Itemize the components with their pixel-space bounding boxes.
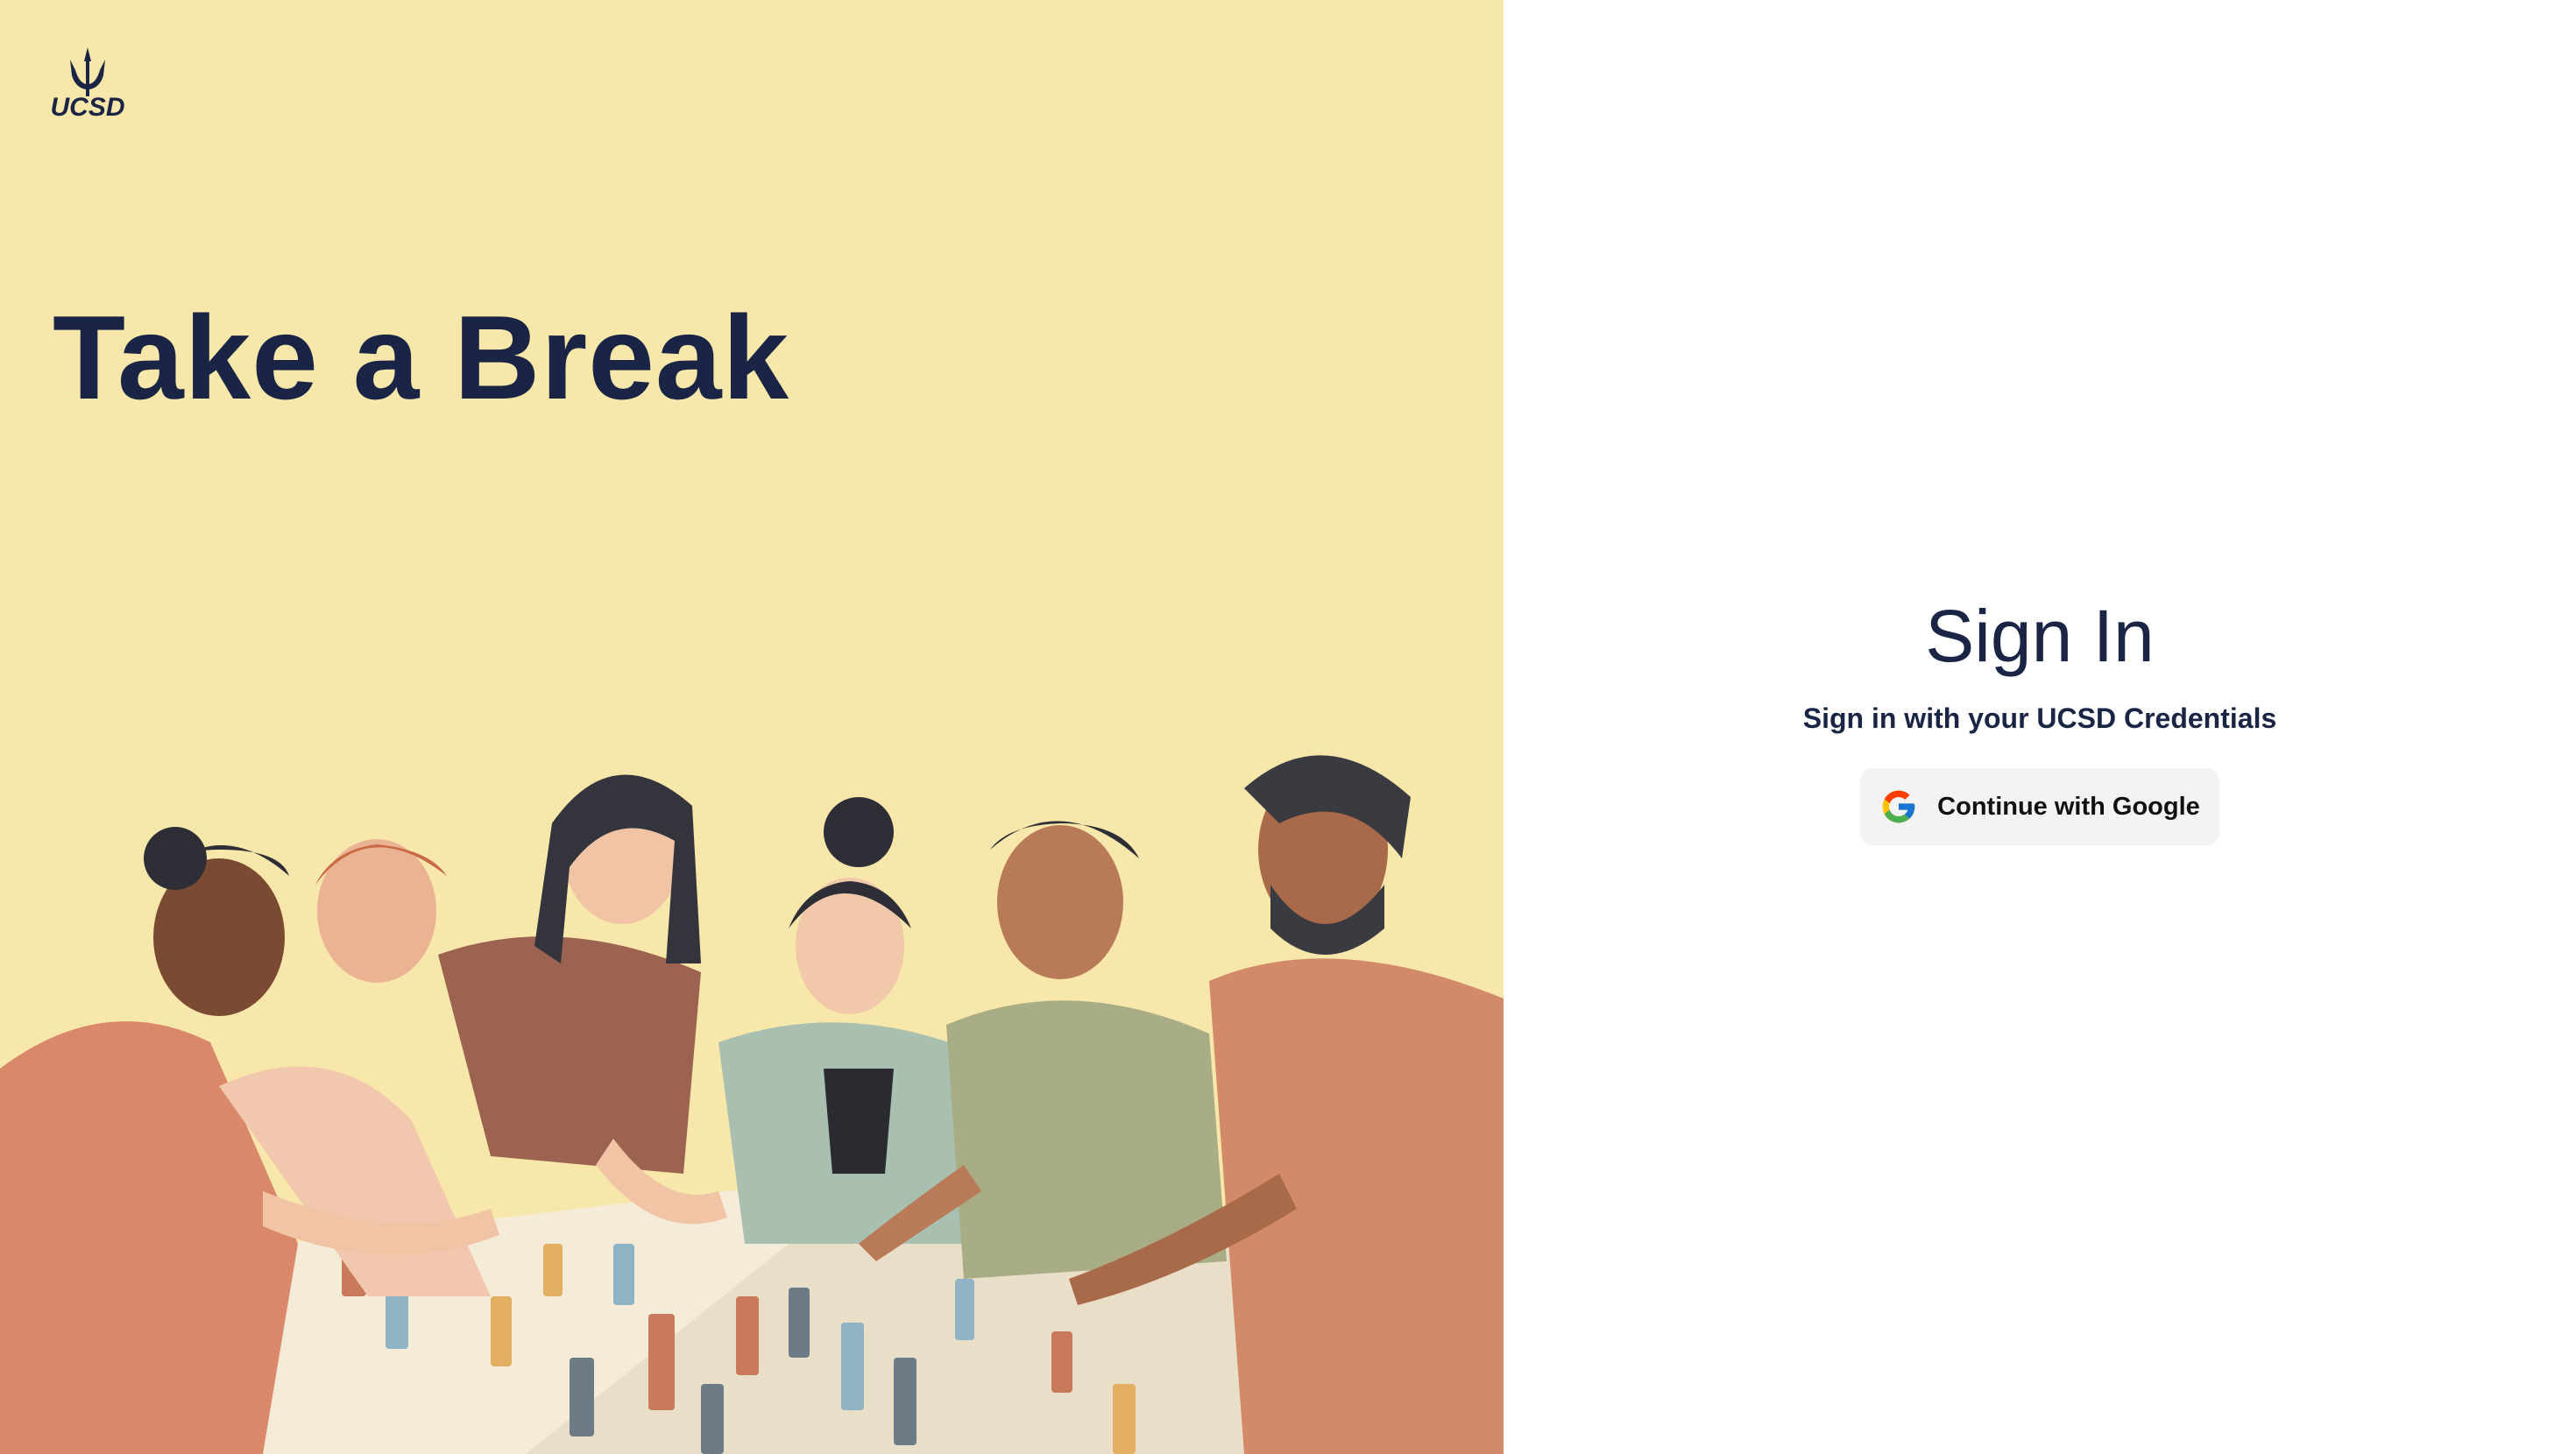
svg-text:UCSD: UCSD	[50, 93, 124, 122]
ucsd-logo: UCSD	[44, 44, 131, 123]
signin-title: Sign In	[1925, 595, 2155, 677]
signin-card: Sign In Sign in with your UCSD Credentia…	[1504, 595, 2576, 846]
signin-panel: Sign In Sign in with your UCSD Credentia…	[1504, 0, 2576, 1454]
hero-panel: UCSD Take a Break	[0, 0, 1504, 1454]
continue-with-google-button[interactable]: Continue with Google	[1860, 768, 2219, 846]
google-g-icon	[1882, 791, 1915, 823]
signin-subtitle: Sign in with your UCSD Credentials	[1802, 702, 2277, 735]
friends-playing-board-game-illustration	[0, 753, 1504, 1454]
headline: Take a Break	[53, 291, 790, 424]
continue-with-google-label: Continue with Google	[1937, 792, 2200, 821]
